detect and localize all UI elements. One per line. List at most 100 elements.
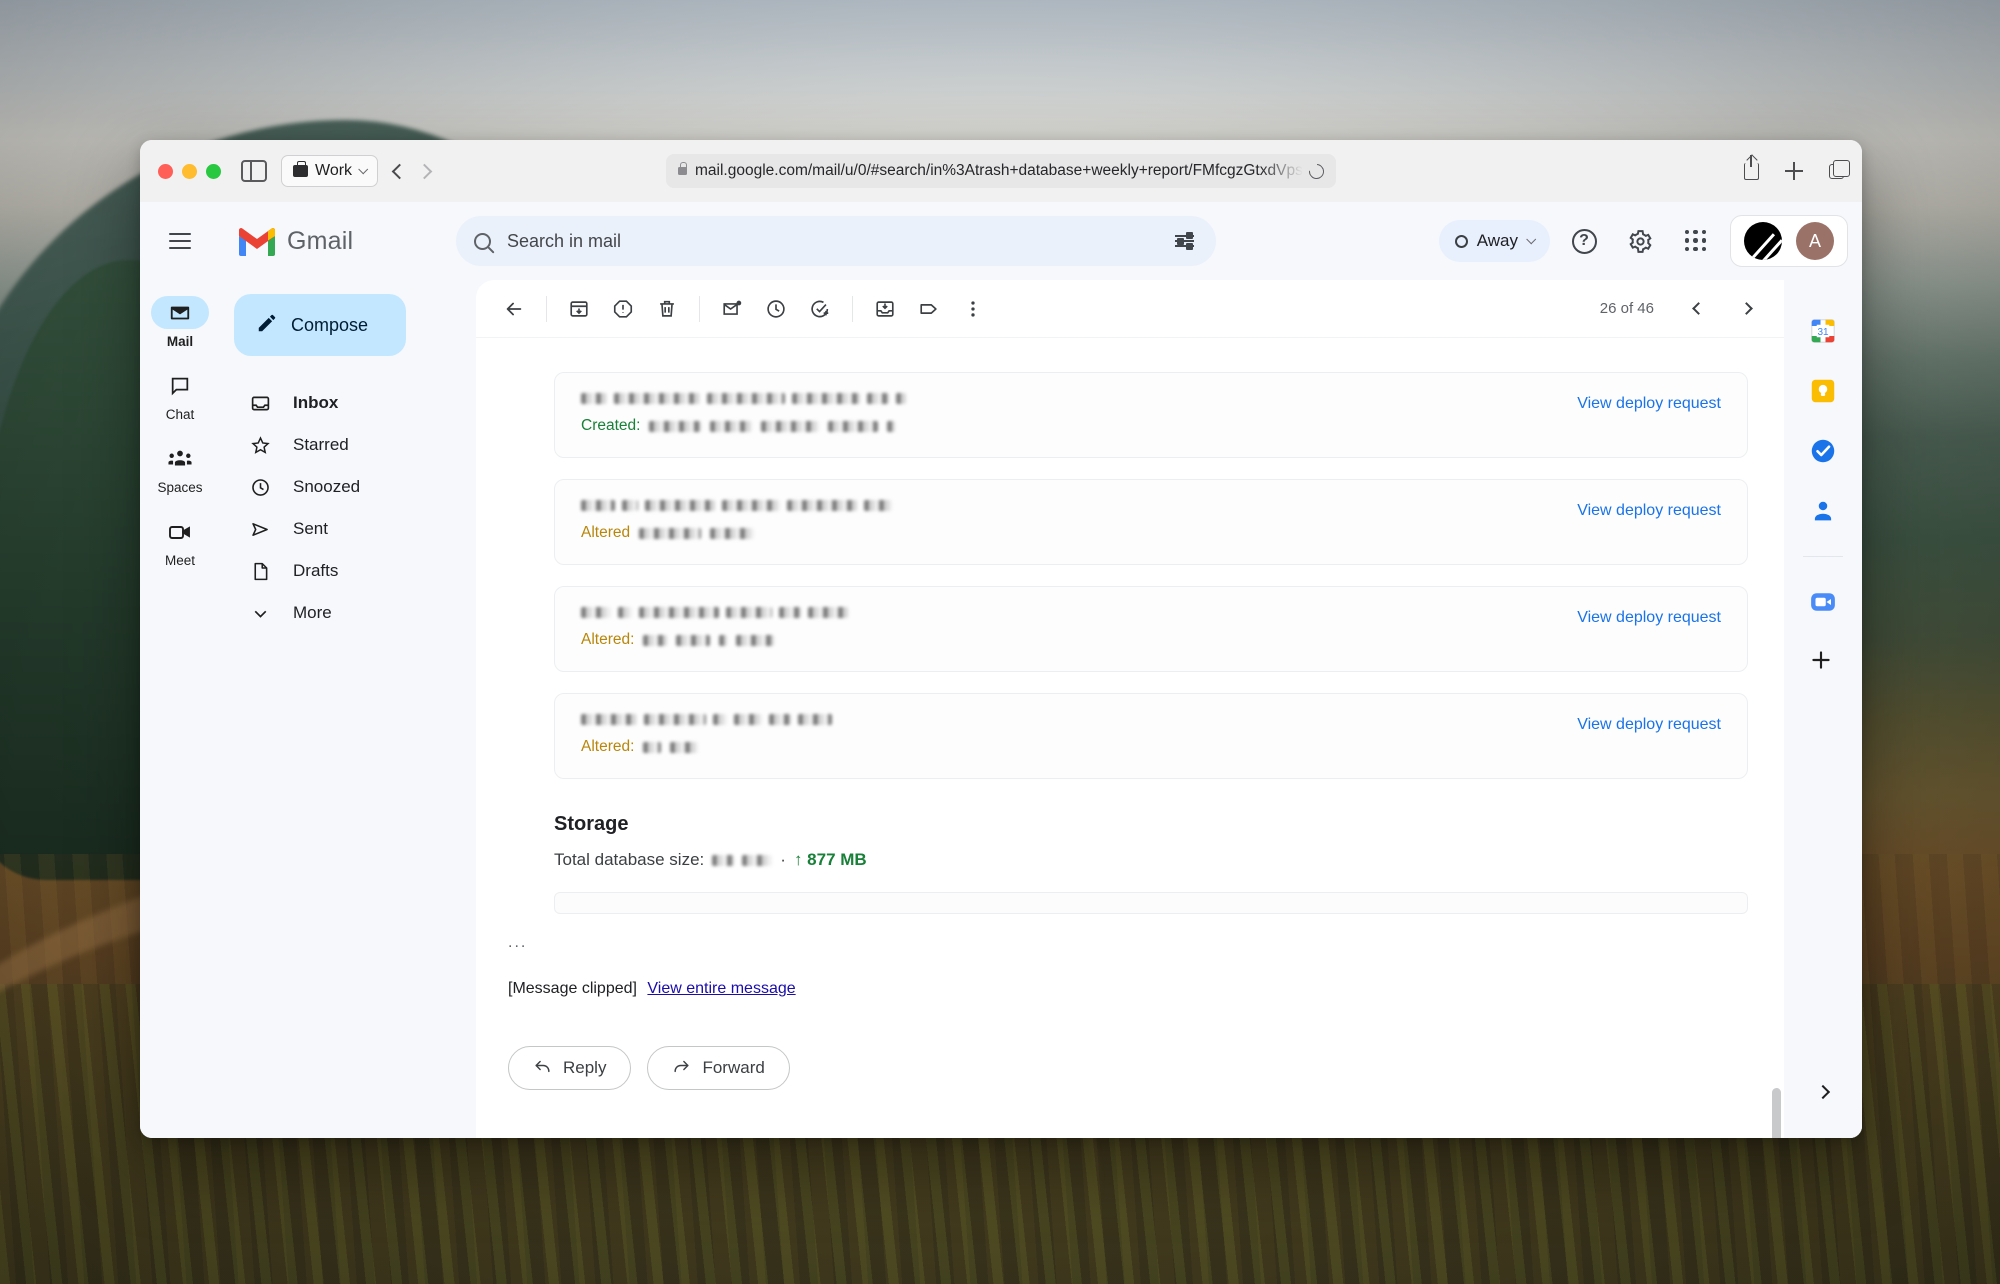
- archive-button[interactable]: [557, 287, 601, 331]
- view-deploy-request-link[interactable]: View deploy request: [1577, 393, 1721, 413]
- report-spam-button[interactable]: [601, 287, 645, 331]
- folder-snoozed[interactable]: Snoozed: [220, 466, 454, 508]
- folder-label: Snoozed: [293, 477, 360, 497]
- zoom-icon[interactable]: [1808, 587, 1838, 617]
- chevron-down-icon: [1526, 234, 1536, 244]
- view-deploy-request-link[interactable]: View deploy request: [1577, 607, 1721, 627]
- search-options-icon[interactable]: [1166, 223, 1202, 259]
- gmail-brand[interactable]: Gmail: [236, 225, 436, 257]
- storage-heading: Storage: [554, 813, 1748, 836]
- add-to-tasks-button[interactable]: [798, 287, 842, 331]
- address-bar[interactable]: mail.google.com/mail/u/0/#search/in%3Atr…: [666, 154, 1336, 188]
- forward-label: Forward: [702, 1058, 764, 1078]
- message-scrollbar[interactable]: [1772, 1088, 1781, 1138]
- snooze-button[interactable]: [754, 287, 798, 331]
- deploy-card-meta: Altered:: [581, 631, 1555, 649]
- help-button[interactable]: ?: [1562, 219, 1606, 263]
- inbox-icon: [250, 393, 271, 414]
- folder-drafts[interactable]: Drafts: [220, 550, 454, 592]
- draft-icon: [250, 561, 271, 582]
- url-text: mail.google.com/mail/u/0/#search/in%3Atr…: [695, 162, 1303, 180]
- close-window-button[interactable]: [158, 164, 173, 179]
- account-box[interactable]: A: [1730, 215, 1848, 267]
- back-to-list-button[interactable]: [492, 287, 536, 331]
- chat-icon: [151, 369, 209, 402]
- sidebar-item-label: Mail: [167, 334, 193, 349]
- folder-label: Drafts: [293, 561, 338, 581]
- google-apps-button[interactable]: [1674, 219, 1718, 263]
- maximize-window-button[interactable]: [206, 164, 221, 179]
- next-email-button[interactable]: [1724, 287, 1768, 331]
- sidebar-item-label: Meet: [165, 553, 195, 568]
- folder-navigation: Compose Inbox: [220, 280, 476, 1138]
- minimize-window-button[interactable]: [182, 164, 197, 179]
- sidebar-item-meet[interactable]: Meet: [144, 509, 216, 576]
- chevron-right-icon: [1740, 302, 1753, 315]
- folder-starred[interactable]: Starred: [220, 424, 454, 466]
- message-clipped-notice: [Message clipped] View entire message: [508, 980, 1748, 998]
- status-chip[interactable]: Away: [1439, 220, 1550, 262]
- deploy-card-meta: Altered: [581, 524, 1555, 542]
- reload-icon[interactable]: [1306, 160, 1327, 181]
- tasks-icon[interactable]: [1808, 436, 1838, 466]
- labels-button[interactable]: [907, 287, 951, 331]
- email-toolbar: 26 of 46: [476, 280, 1784, 338]
- view-entire-message-link[interactable]: View entire message: [647, 980, 795, 997]
- profile-label: Work: [315, 162, 352, 180]
- sidebar-item-mail[interactable]: Mail: [144, 290, 216, 357]
- folder-more[interactable]: More: [220, 592, 454, 634]
- search-input[interactable]: [507, 231, 1166, 252]
- main-menu-button[interactable]: [154, 233, 206, 250]
- svg-text:31: 31: [1817, 327, 1829, 338]
- calendar-icon[interactable]: 31: [1808, 316, 1838, 346]
- keep-icon[interactable]: [1808, 376, 1838, 406]
- mark-unread-button[interactable]: [710, 287, 754, 331]
- deploy-card-meta: Created:: [581, 417, 1555, 435]
- spaces-icon: [151, 442, 209, 475]
- workspace-logo-icon[interactable]: [1744, 222, 1782, 260]
- pencil-icon: [256, 312, 278, 339]
- reply-button[interactable]: Reply: [508, 1046, 631, 1090]
- apps-grid-icon: [1685, 230, 1707, 252]
- expand-panel-button[interactable]: [1803, 1072, 1843, 1112]
- status-label: Altered:: [581, 631, 634, 649]
- redacted-title: [581, 714, 1555, 725]
- add-apps-icon[interactable]: [1808, 647, 1838, 677]
- compose-button[interactable]: Compose: [234, 294, 406, 356]
- forward-button[interactable]: Forward: [647, 1046, 789, 1090]
- delete-button[interactable]: [645, 287, 689, 331]
- navigation-arrows[interactable]: [394, 166, 430, 177]
- storage-separator: ·: [780, 850, 786, 870]
- profile-switcher-button[interactable]: Work: [281, 155, 378, 187]
- new-tab-button[interactable]: [1785, 162, 1803, 180]
- gear-icon: [1628, 229, 1653, 254]
- share-icon[interactable]: [1744, 163, 1759, 180]
- contacts-icon[interactable]: [1808, 496, 1838, 526]
- avatar[interactable]: A: [1796, 222, 1834, 260]
- sidebar-toggle-icon[interactable]: [241, 160, 267, 182]
- sidebar-item-spaces[interactable]: Spaces: [144, 436, 216, 503]
- tab-overview-icon[interactable]: [1829, 164, 1844, 179]
- view-deploy-request-link[interactable]: View deploy request: [1577, 714, 1721, 734]
- reply-arrow-icon: [533, 1056, 552, 1080]
- window-controls[interactable]: [158, 164, 221, 179]
- storage-bar: [554, 892, 1748, 914]
- back-arrow-icon[interactable]: [392, 163, 408, 179]
- mail-icon: [151, 296, 209, 329]
- move-to-inbox-button[interactable]: [863, 287, 907, 331]
- gmail-logo-icon: [236, 225, 278, 257]
- view-deploy-request-link[interactable]: View deploy request: [1577, 500, 1721, 520]
- more-options-button[interactable]: [951, 287, 995, 331]
- gmail-header-actions: Away ?: [1439, 215, 1848, 267]
- help-icon: ?: [1572, 229, 1597, 254]
- gmail-header: Gmail Away ?: [140, 202, 1862, 280]
- side-panel-divider: [1803, 556, 1843, 557]
- folder-sent[interactable]: Sent: [220, 508, 454, 550]
- settings-button[interactable]: [1618, 219, 1662, 263]
- browser-toolbar: Work mail.google.com/mail/u/0/#search/in…: [140, 140, 1862, 202]
- message-scroll-area[interactable]: Created: View deploy request: [476, 338, 1784, 1138]
- search-bar[interactable]: [456, 216, 1216, 266]
- previous-email-button[interactable]: [1676, 287, 1720, 331]
- folder-inbox[interactable]: Inbox: [220, 382, 454, 424]
- sidebar-item-chat[interactable]: Chat: [144, 363, 216, 430]
